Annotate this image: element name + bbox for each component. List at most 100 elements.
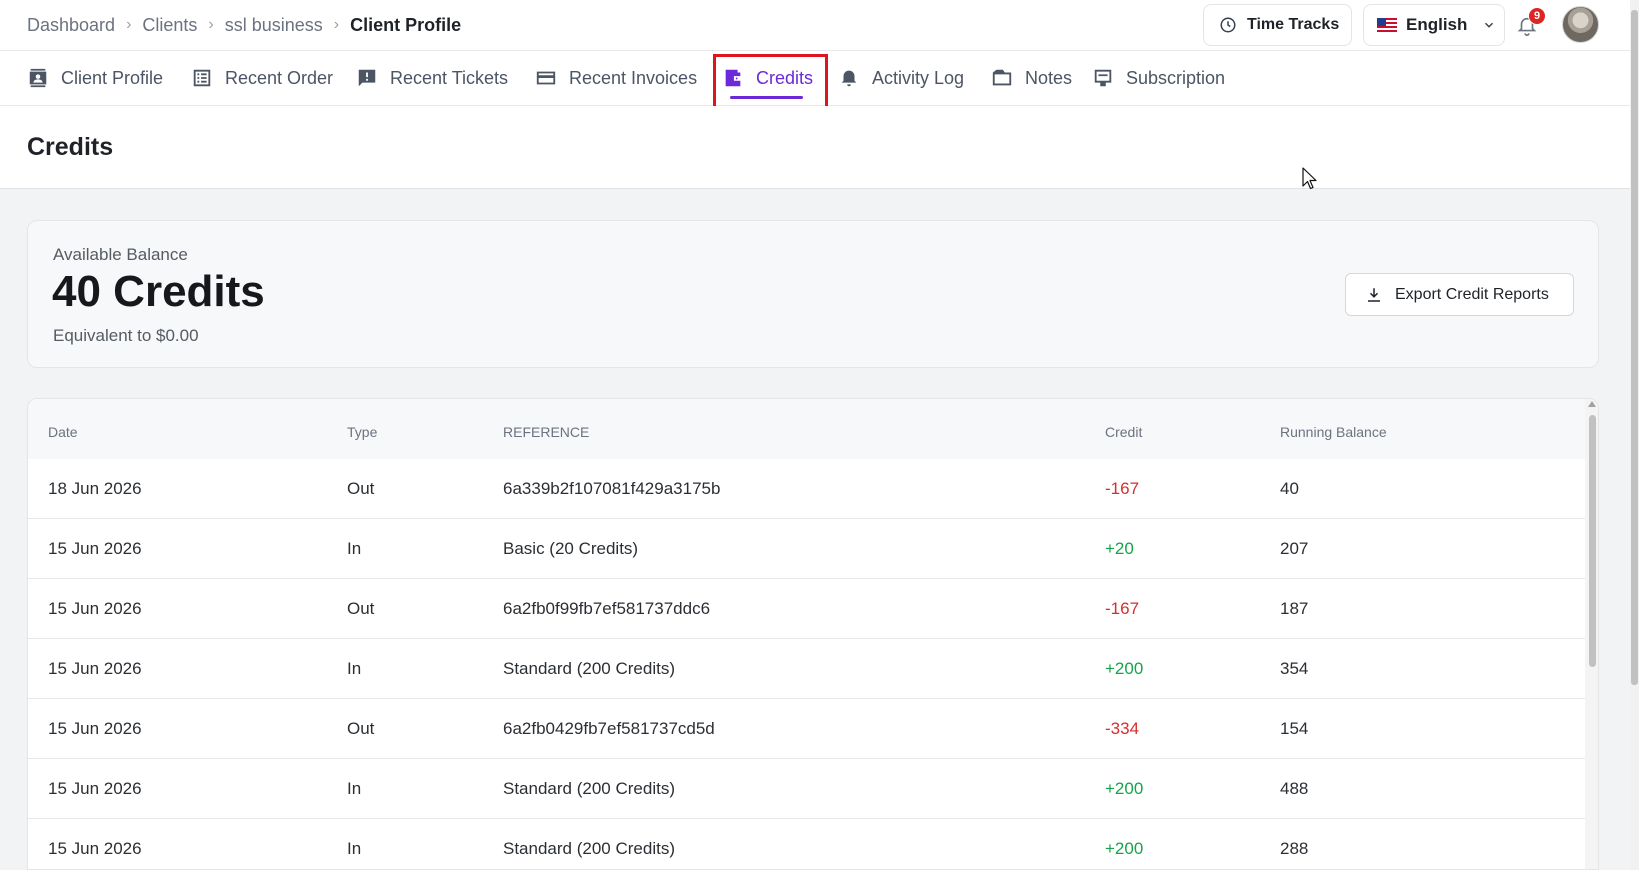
export-label: Export Credit Reports bbox=[1395, 285, 1549, 303]
page-scrollbar[interactable] bbox=[1630, 0, 1639, 870]
cell-type: Out bbox=[347, 719, 375, 738]
cell-date: 15 Jun 2026 bbox=[48, 539, 142, 558]
breadcrumb-dashboard[interactable]: Dashboard bbox=[27, 15, 115, 36]
cell-credit: -167 bbox=[1105, 599, 1140, 618]
cell-date: 15 Jun 2026 bbox=[48, 839, 142, 858]
table-scrollbar-thumb[interactable] bbox=[1589, 415, 1596, 667]
chevron-right-icon: › bbox=[333, 16, 340, 33]
cell-reference: Standard (200 Credits) bbox=[503, 659, 675, 678]
table-row[interactable]: 15 Jun 2026 In Standard (200 Credits) +2… bbox=[28, 819, 1585, 869]
cell-type: Out bbox=[347, 599, 375, 618]
tab-label: Notes bbox=[1025, 67, 1073, 88]
cell-credit: -167 bbox=[1105, 479, 1140, 498]
list-icon bbox=[193, 69, 211, 87]
cell-credit: -334 bbox=[1105, 719, 1140, 738]
page-title: Credits bbox=[27, 133, 114, 161]
notification-badge: 9 bbox=[1528, 7, 1546, 25]
breadcrumb-client-name[interactable]: ssl business bbox=[225, 15, 323, 36]
tab-subscription[interactable]: Subscription bbox=[1092, 51, 1225, 105]
credits-table: Date Type REFERENCE Credit Running Balan… bbox=[27, 398, 1599, 870]
balance-value: 40 Credits bbox=[52, 267, 265, 316]
cell-date: 15 Jun 2026 bbox=[48, 599, 142, 618]
table-header: Date Type REFERENCE Credit Running Balan… bbox=[28, 399, 1585, 459]
ticket-alert-icon bbox=[358, 69, 376, 87]
folder-icon bbox=[992, 69, 1012, 86]
cell-reference: Basic (20 Credits) bbox=[503, 539, 639, 558]
avatar[interactable] bbox=[1562, 6, 1599, 43]
cell-date: 15 Jun 2026 bbox=[48, 779, 142, 798]
cell-running-balance: 154 bbox=[1280, 719, 1309, 738]
table-row[interactable]: 15 Jun 2026 In Standard (200 Credits) +2… bbox=[28, 639, 1585, 699]
cell-type: In bbox=[347, 839, 362, 858]
cell-running-balance: 40 bbox=[1280, 479, 1299, 498]
clock-icon bbox=[1220, 17, 1236, 33]
cell-reference: 6a339b2f107081f429a3175b bbox=[503, 479, 721, 498]
wallet-icon bbox=[725, 69, 741, 87]
cell-date: 15 Jun 2026 bbox=[48, 659, 142, 678]
breadcrumb-clients[interactable]: Clients bbox=[142, 15, 197, 36]
tab-label: Subscription bbox=[1126, 67, 1226, 88]
tab-label: Recent Invoices bbox=[569, 67, 698, 88]
page-scrollbar-thumb[interactable] bbox=[1631, 10, 1638, 685]
tab-activity-log[interactable]: Activity Log bbox=[838, 51, 964, 105]
breadcrumb-current: Client Profile bbox=[350, 14, 462, 35]
balance-card: Available Balance 40 Credits Equivalent … bbox=[27, 220, 1599, 368]
balance-equivalent: Equivalent to $0.00 bbox=[53, 326, 199, 345]
table-row[interactable]: 15 Jun 2026 In Standard (200 Credits) +2… bbox=[28, 759, 1585, 819]
time-tracks-button[interactable]: Time Tracks bbox=[1203, 4, 1352, 46]
balance-label: Available Balance bbox=[53, 245, 188, 264]
cell-running-balance: 187 bbox=[1280, 599, 1309, 618]
column-header-date[interactable]: Date bbox=[48, 424, 78, 440]
tab-credits[interactable]: Credits bbox=[722, 51, 813, 105]
cell-reference: Standard (200 Credits) bbox=[503, 839, 675, 858]
download-icon bbox=[1368, 287, 1380, 302]
page-header: Credits bbox=[0, 106, 1630, 189]
us-flag-icon bbox=[1377, 18, 1397, 32]
column-header-running-balance[interactable]: Running Balance bbox=[1280, 424, 1387, 440]
table-row[interactable]: 18 Jun 2026 Out 6a339b2f107081f429a3175b… bbox=[28, 459, 1585, 519]
column-header-reference[interactable]: REFERENCE bbox=[503, 424, 589, 440]
bell-icon bbox=[841, 70, 857, 87]
tab-notes[interactable]: Notes bbox=[991, 51, 1072, 105]
cell-reference: 6a2fb0429fb7ef581737cd5d bbox=[503, 719, 715, 738]
tab-recent-tickets[interactable]: Recent Tickets bbox=[356, 51, 508, 105]
tab-label: Client Profile bbox=[61, 67, 164, 88]
subscription-icon bbox=[1094, 69, 1112, 87]
column-header-credit[interactable]: Credit bbox=[1105, 424, 1142, 440]
tab-label: Recent Order bbox=[225, 67, 334, 88]
chevron-right-icon: › bbox=[208, 16, 214, 33]
credit-card-icon bbox=[536, 71, 556, 85]
table-scrollbar[interactable] bbox=[1585, 399, 1598, 869]
table-row[interactable]: 15 Jun 2026 Out 6a2fb0f99fb7ef581737ddc6… bbox=[28, 579, 1585, 639]
cell-type: In bbox=[347, 779, 362, 798]
language-label: English bbox=[1406, 15, 1468, 34]
cell-date: 15 Jun 2026 bbox=[48, 719, 142, 738]
tab-label: Credits bbox=[756, 67, 814, 88]
cell-running-balance: 354 bbox=[1280, 659, 1309, 678]
mouse-cursor-icon bbox=[1302, 167, 1317, 190]
cell-date: 18 Jun 2026 bbox=[48, 479, 142, 498]
cell-credit: +200 bbox=[1105, 779, 1144, 798]
cell-type: In bbox=[347, 539, 362, 558]
cell-reference: 6a2fb0f99fb7ef581737ddc6 bbox=[503, 599, 711, 618]
export-credit-reports-button[interactable]: Export Credit Reports bbox=[1345, 273, 1574, 316]
table-row[interactable]: 15 Jun 2026 In Basic (20 Credits) +20 20… bbox=[28, 519, 1585, 579]
cell-credit: +200 bbox=[1105, 659, 1144, 678]
top-header: Dashboard › Clients › ssl business › Cli… bbox=[0, 0, 1630, 51]
chevron-right-icon: › bbox=[126, 16, 132, 33]
tab-recent-order[interactable]: Recent Order bbox=[191, 51, 333, 105]
column-header-type[interactable]: Type bbox=[347, 424, 377, 440]
cell-running-balance: 288 bbox=[1280, 839, 1309, 858]
profile-tabs: Client Profile Recent Order Recent Ticke… bbox=[0, 51, 1630, 106]
tab-client-profile[interactable]: Client Profile bbox=[27, 51, 163, 105]
chevron-down-icon bbox=[1485, 22, 1494, 28]
cell-reference: Standard (200 Credits) bbox=[503, 779, 675, 798]
tab-recent-invoices[interactable]: Recent Invoices bbox=[535, 51, 697, 105]
language-select[interactable]: English bbox=[1363, 4, 1505, 46]
notifications-button[interactable]: 9 bbox=[1516, 7, 1546, 39]
cell-type: In bbox=[347, 659, 362, 678]
tab-label: Activity Log bbox=[872, 67, 965, 88]
scroll-up-arrow-icon[interactable] bbox=[1588, 401, 1596, 407]
table-row[interactable]: 15 Jun 2026 Out 6a2fb0429fb7ef581737cd5d… bbox=[28, 699, 1585, 759]
active-tab-indicator bbox=[730, 96, 804, 99]
